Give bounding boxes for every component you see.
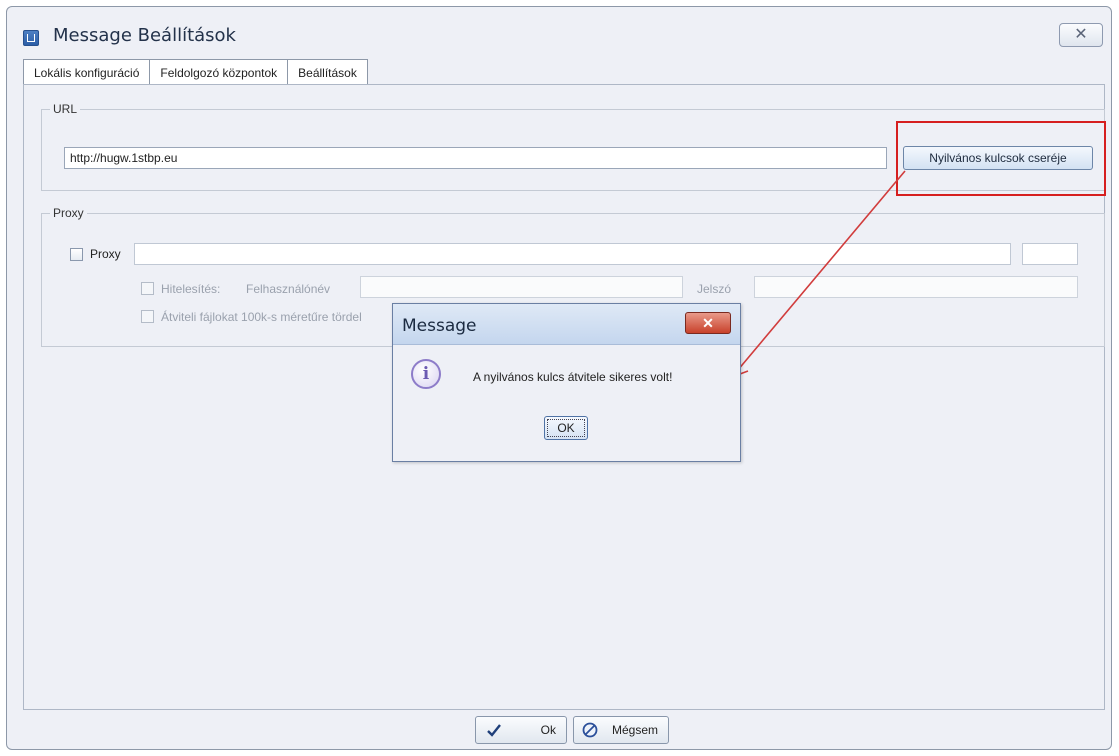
dialog-title-bar: Message ✕ xyxy=(393,304,740,345)
close-icon[interactable]: ✕ xyxy=(1059,23,1103,47)
title-bar: Message Beállítások ✕ xyxy=(7,7,1111,53)
dialog-title: Message xyxy=(402,316,477,336)
tab-local-config[interactable]: Lokális konfiguráció xyxy=(23,59,151,85)
message-dialog: Message ✕ i A nyilvános kulcs átvitele s… xyxy=(392,303,741,462)
tab-bar: Lokális konfiguráció Feldolgozó központo… xyxy=(23,59,368,85)
dialog-close-icon[interactable]: ✕ xyxy=(685,312,731,334)
proxy-group-label: Proxy xyxy=(50,206,87,220)
chunk-label: Átviteli fájlokat 100k-s méretűre tördel xyxy=(161,310,362,324)
bottom-button-bar: Ok Mégsem xyxy=(21,711,1103,747)
cancel-button-label: Mégsem xyxy=(611,723,658,737)
tab-settings[interactable]: Beállítások xyxy=(287,59,368,85)
proxy-host-input[interactable] xyxy=(134,243,1011,265)
tab-processing-centers[interactable]: Feldolgozó központok xyxy=(149,59,289,85)
dialog-ok-button[interactable]: OK xyxy=(544,416,588,440)
url-group-label: URL xyxy=(50,102,81,116)
info-icon: i xyxy=(411,359,441,389)
password-input[interactable] xyxy=(754,276,1078,298)
checkmark-icon xyxy=(487,724,501,737)
window-title: Message Beállítások xyxy=(53,25,236,46)
cancel-button[interactable]: Mégsem xyxy=(573,716,669,744)
proxy-port-input[interactable] xyxy=(1022,243,1078,265)
chunk-checkbox[interactable] xyxy=(141,310,154,323)
ok-button[interactable]: Ok xyxy=(475,716,567,744)
password-label: Jelszó xyxy=(697,282,732,296)
ok-button-label: Ok xyxy=(540,723,556,737)
auth-checkbox[interactable] xyxy=(141,282,154,295)
url-field[interactable]: http://hugw.1stbp.eu xyxy=(64,147,887,169)
username-input[interactable] xyxy=(360,276,683,298)
app-icon xyxy=(23,30,39,46)
proxy-checkbox[interactable] xyxy=(70,248,83,261)
username-label: Felhasználónév xyxy=(246,282,331,296)
cancel-icon xyxy=(582,722,598,738)
dialog-message: A nyilvános kulcs átvitele sikeres volt! xyxy=(473,370,673,384)
auth-label: Hitelesítés: xyxy=(161,282,221,296)
highlight-box xyxy=(896,121,1106,196)
proxy-checkbox-label: Proxy xyxy=(90,247,121,261)
